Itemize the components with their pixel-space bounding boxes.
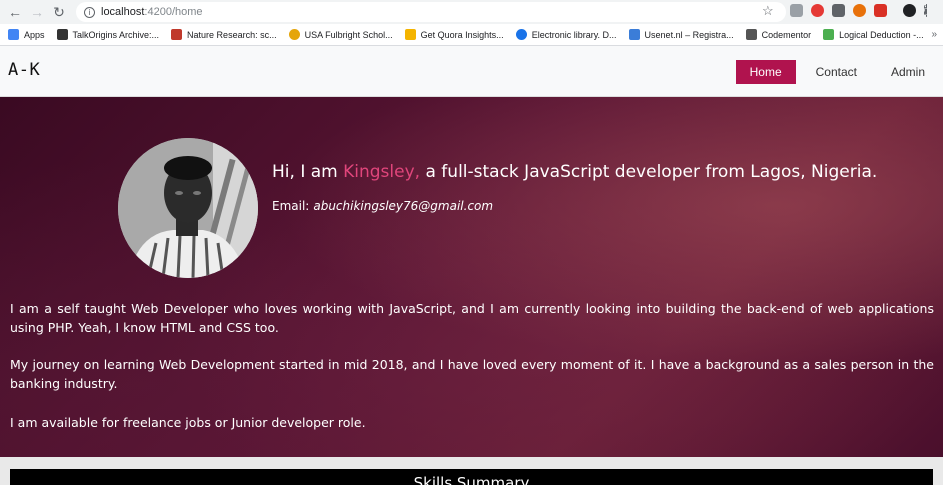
bookmark-label: Get Quora Insights... bbox=[420, 29, 504, 40]
back-icon[interactable]: ← bbox=[4, 1, 26, 23]
url-path: :4200/home bbox=[144, 6, 203, 18]
bookmark-label: Electronic library. D... bbox=[531, 29, 617, 40]
menu-icon[interactable] bbox=[924, 4, 928, 17]
usenet-icon bbox=[628, 29, 640, 40]
forward-icon[interactable]: → bbox=[26, 1, 48, 23]
bookmark-fulbright[interactable]: USA Fulbright Schol... bbox=[288, 29, 393, 40]
bookmark-talkorigins[interactable]: TalkOrigins Archive:... bbox=[56, 29, 160, 40]
address-bar[interactable]: i localhost:4200/home bbox=[76, 2, 786, 22]
cast-extension-icon[interactable] bbox=[832, 4, 845, 17]
orange-extension-icon[interactable] bbox=[853, 4, 866, 17]
apps-grid-icon bbox=[8, 29, 19, 40]
bookmark-label: Nature Research: sc... bbox=[187, 29, 277, 40]
intro-suffix: a full-stack JavaScript developer from L… bbox=[420, 162, 878, 182]
nav-admin[interactable]: Admin bbox=[877, 60, 939, 84]
bookmark-nature[interactable]: Nature Research: sc... bbox=[171, 29, 277, 40]
bookmark-label: Apps bbox=[24, 29, 45, 40]
nav-home[interactable]: Home bbox=[735, 60, 796, 84]
bookmark-logical-deduction[interactable]: Logical Deduction -... bbox=[823, 29, 924, 40]
about-paragraph-3: I am available for freelance jobs or Jun… bbox=[10, 415, 366, 430]
extension-icons bbox=[790, 4, 928, 17]
site-header: A-K Home Contact Admin bbox=[0, 46, 943, 97]
email-line: Email: abuchikingsley76@gmail.com bbox=[272, 199, 493, 213]
reload-icon[interactable]: ↻ bbox=[48, 1, 70, 23]
nav-contact[interactable]: Contact bbox=[802, 60, 871, 84]
quora-insights-icon bbox=[404, 29, 416, 40]
intro-prefix: Hi, I am bbox=[272, 162, 344, 182]
bookmarks-bar: Apps TalkOrigins Archive:... Nature Rese… bbox=[0, 24, 943, 46]
logical-deduction-icon bbox=[823, 29, 835, 40]
skills-summary-heading: Skills Summary bbox=[10, 469, 933, 485]
about-paragraph-1: I am a self taught Web Developer who lov… bbox=[10, 301, 934, 335]
profile-photo bbox=[118, 138, 258, 278]
bookmark-quora[interactable]: Get Quora Insights... bbox=[404, 29, 504, 40]
fulbright-icon bbox=[288, 29, 300, 40]
profile-avatar-icon[interactable] bbox=[903, 4, 916, 17]
bookmark-label: TalkOrigins Archive:... bbox=[72, 29, 160, 40]
codementor-icon bbox=[745, 29, 757, 40]
bookmark-label: Codementor bbox=[761, 29, 812, 40]
skills-section: Skills Summary bbox=[0, 457, 943, 485]
shield-extension-icon[interactable] bbox=[874, 4, 887, 17]
developer-name: Kingsley, bbox=[343, 162, 421, 182]
bookmark-label: Usenet.nl – Registra... bbox=[644, 29, 734, 40]
about-paragraph-2: My journey on learning Web Development s… bbox=[10, 357, 934, 391]
profile-photo-graphic bbox=[118, 138, 258, 278]
bookmark-electronic-library[interactable]: Electronic library. D... bbox=[515, 29, 617, 40]
bookmark-apps[interactable]: Apps bbox=[8, 29, 45, 40]
email-address[interactable]: abuchikingsley76@gmail.com bbox=[313, 199, 493, 213]
bookmark-star-icon[interactable]: ☆ bbox=[762, 3, 774, 19]
brand-logo[interactable]: A-K bbox=[8, 60, 40, 80]
more-bookmarks-icon[interactable]: » bbox=[931, 29, 937, 40]
red-extension-icon[interactable] bbox=[811, 4, 824, 17]
browser-toolbar: ← → ↻ i localhost:4200/home ☆ bbox=[0, 0, 943, 24]
nature-icon bbox=[171, 29, 183, 40]
globe-icon bbox=[515, 29, 527, 40]
camera-extension-icon[interactable] bbox=[790, 4, 803, 17]
bookmark-usenet[interactable]: Usenet.nl – Registra... bbox=[628, 29, 734, 40]
url-host: localhost bbox=[101, 6, 145, 18]
bookmark-label: Logical Deduction -... bbox=[839, 29, 924, 40]
site-info-icon[interactable]: i bbox=[84, 6, 95, 18]
bookmark-label: USA Fulbright Schol... bbox=[304, 29, 393, 40]
main-nav: Home Contact Admin bbox=[730, 60, 943, 84]
talkorigins-icon bbox=[56, 29, 68, 40]
email-label: Email: bbox=[272, 199, 310, 213]
hero-section: Hi, I am Kingsley, a full-stack JavaScri… bbox=[0, 97, 943, 457]
bookmark-codementor[interactable]: Codementor bbox=[745, 29, 812, 40]
intro-headline: Hi, I am Kingsley, a full-stack JavaScri… bbox=[272, 162, 877, 182]
